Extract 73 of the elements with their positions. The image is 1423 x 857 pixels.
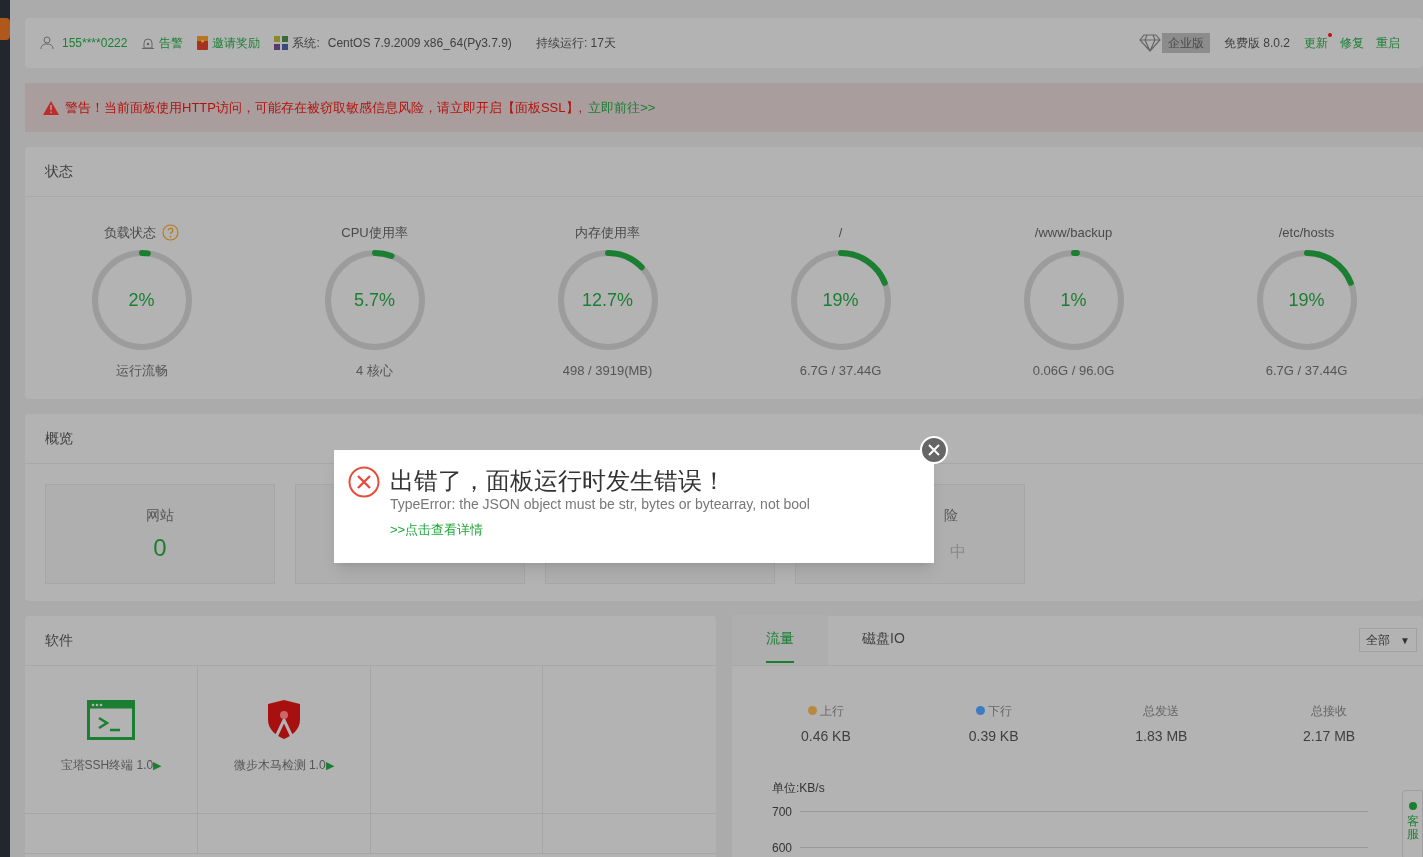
os-logo-icon bbox=[274, 35, 289, 50]
play-icon[interactable]: ▶ bbox=[325, 756, 334, 774]
gauge-label: 内存使用率 bbox=[575, 223, 640, 242]
chart-tab[interactable]: 流量 bbox=[732, 615, 828, 665]
error-icon bbox=[348, 466, 380, 498]
gauge-caption: 498 / 3919(MB) bbox=[562, 362, 653, 381]
software-tile[interactable]: 微步木马检测 1.0▶ bbox=[197, 666, 371, 814]
alarm-link[interactable]: 告警 bbox=[159, 33, 184, 52]
ssl-link[interactable]: 立即前往>> bbox=[588, 97, 656, 118]
overview-count: 0 bbox=[153, 533, 167, 564]
help-icon[interactable] bbox=[162, 223, 179, 241]
software-tile[interactable]: 宝塔SSH终端 1.0▶ bbox=[25, 666, 198, 814]
gauge-label: CPU使用率 bbox=[341, 223, 408, 242]
user-account-link[interactable]: 155****0222 bbox=[62, 33, 128, 52]
software-name: 微步木马检测 1.0 bbox=[233, 757, 326, 774]
terminal-icon bbox=[86, 700, 135, 740]
axis-tick: 600 bbox=[772, 840, 794, 857]
user-icon bbox=[40, 35, 54, 50]
gauge-caption: 4 核心 bbox=[356, 362, 393, 381]
stat-label: 下行 bbox=[987, 703, 1012, 720]
gauge-caption: 6.7G / 37.44G bbox=[1265, 362, 1348, 381]
play-icon[interactable]: ▶ bbox=[153, 756, 162, 774]
stat-label: 总发送 bbox=[1143, 703, 1180, 720]
overview-label: 险 bbox=[944, 506, 958, 526]
gauge-value: 12.7% bbox=[581, 288, 633, 312]
gauge-caption: 0.06G / 96.0G bbox=[1032, 362, 1115, 381]
envelope-icon bbox=[197, 35, 209, 50]
support-button[interactable]: 客服 bbox=[1402, 790, 1423, 857]
system-label: 系统: bbox=[292, 34, 320, 52]
warning-icon bbox=[43, 100, 59, 115]
interface-select[interactable]: 全部 ▼ bbox=[1359, 628, 1417, 653]
header-link[interactable]: 重启 bbox=[1376, 33, 1400, 52]
details-link[interactable]: >>点击查看详情 bbox=[390, 520, 810, 540]
gauge-label: /www/backup bbox=[1034, 223, 1113, 242]
error-message: TypeError: the JSON object must be str, bytes or bytearray, not bool bbox=[390, 496, 810, 512]
gauge-value: 19% bbox=[1288, 288, 1325, 312]
software-name: 宝塔SSH终端 1.0 bbox=[60, 757, 154, 774]
warning-message: 警告！当前面板使用HTTP访问，可能存在被窃取敏感信息风险，请立即开启【面板SSL】, bbox=[65, 98, 583, 117]
stat-label: 总接收 bbox=[1311, 703, 1348, 720]
gauge-value: 1% bbox=[1060, 288, 1087, 312]
gauge-value: 2% bbox=[128, 288, 155, 312]
panel-title: 概览 bbox=[45, 429, 73, 449]
caret-icon: ▼ bbox=[1400, 633, 1410, 648]
diamond-icon bbox=[1138, 33, 1161, 52]
gauge-caption: 6.7G / 37.44G bbox=[799, 362, 882, 381]
stat-value: 1.83 MB bbox=[1135, 727, 1188, 746]
gauge-value: 19% bbox=[822, 288, 859, 312]
header-link[interactable]: 更新 bbox=[1304, 33, 1328, 52]
dialog-title: 出错了，面板运行时发生错误！ bbox=[390, 466, 727, 496]
stat-value: 0.39 KB bbox=[968, 727, 1019, 746]
unit-label: 单位:KB/s bbox=[772, 780, 826, 797]
panel-title: 软件 bbox=[45, 631, 73, 650]
gauge-label: / bbox=[838, 223, 843, 242]
overview-label: 网站 bbox=[146, 506, 174, 526]
header-link[interactable]: 修复 bbox=[1340, 33, 1364, 52]
close-icon bbox=[928, 444, 940, 456]
enterprise-badge[interactable]: 企业版 bbox=[1161, 32, 1210, 53]
panel-title: 状态 bbox=[45, 162, 73, 182]
invite-reward-link[interactable]: 邀请奖励 bbox=[212, 33, 261, 52]
axis-tick: 700 bbox=[772, 804, 794, 821]
gauge-label: /etc/hosts bbox=[1278, 223, 1335, 242]
version-text: 免费版 8.0.2 bbox=[1223, 34, 1290, 52]
sidebar-tab[interactable] bbox=[0, 18, 10, 40]
gauge-value: 5.7% bbox=[354, 288, 395, 312]
gauge-label: 负载状态 bbox=[104, 223, 156, 242]
stat-value: 0.46 KB bbox=[800, 727, 851, 746]
stat-value: 2.17 MB bbox=[1303, 727, 1356, 746]
alarm-icon bbox=[141, 35, 156, 50]
chart-tab[interactable]: 磁盘IO bbox=[828, 615, 939, 665]
gauge-caption: 运行流畅 bbox=[115, 362, 168, 381]
uptime-text: 持续运行: 17天 bbox=[535, 34, 616, 52]
system-version: CentOS 7.9.2009 x86_64(Py3.7.9) bbox=[327, 34, 512, 52]
support-icon bbox=[1407, 801, 1418, 811]
